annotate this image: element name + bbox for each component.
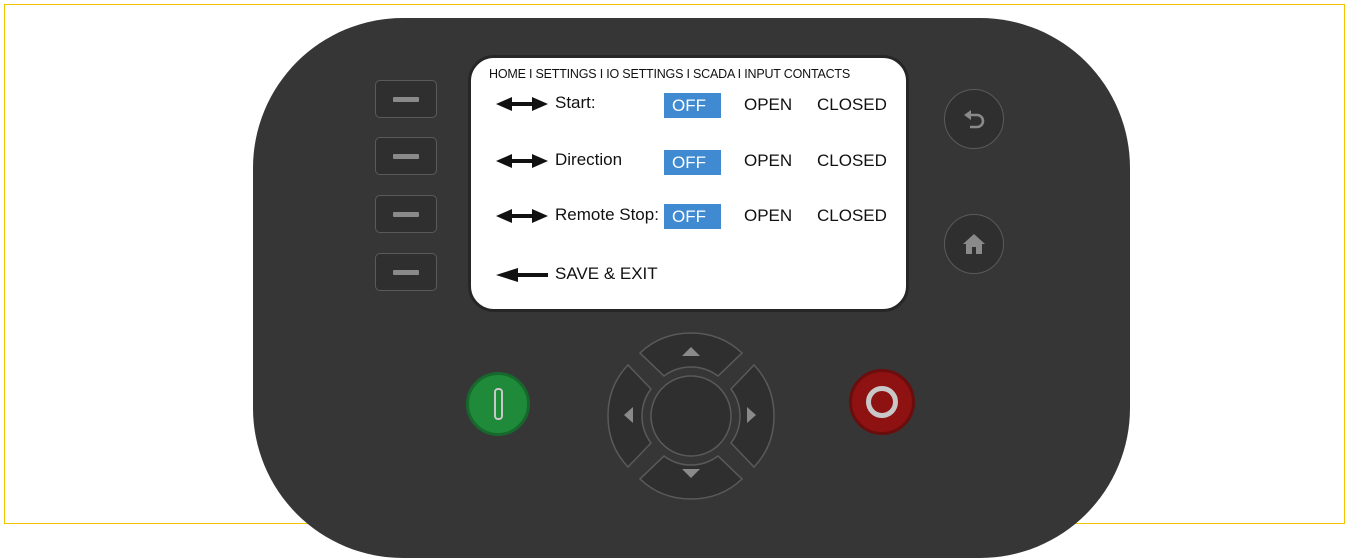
power-on-icon <box>494 388 503 420</box>
option-closed-start[interactable]: CLOSED <box>817 95 887 115</box>
nav-center-button[interactable] <box>650 375 732 457</box>
option-off-remote-stop[interactable]: OFF <box>664 204 721 229</box>
stop-button[interactable] <box>849 369 915 435</box>
option-closed-direction[interactable]: CLOSED <box>817 151 887 171</box>
left-right-arrow-icon <box>496 209 548 223</box>
row-label-start: Start: <box>555 93 596 112</box>
row-label-direction: Direction <box>555 150 623 169</box>
option-open-remote-stop[interactable]: OPEN <box>744 206 792 226</box>
breadcrumb: HOME I SETTINGS I IO SETTINGS I SCADA I … <box>489 67 851 81</box>
softkey-2[interactable] <box>375 137 437 175</box>
navigation-pad <box>607 332 775 500</box>
option-open-direction[interactable]: OPEN <box>744 151 792 171</box>
option-off-direction[interactable]: OFF <box>664 150 721 175</box>
back-arrow-icon <box>964 110 985 129</box>
save-exit-label[interactable]: SAVE & EXIT <box>555 264 658 284</box>
option-off-start[interactable]: OFF <box>664 93 721 118</box>
option-open-start[interactable]: OPEN <box>744 95 792 115</box>
home-button[interactable] <box>944 214 1004 274</box>
softkey-bar <box>393 212 419 217</box>
left-arrow-icon <box>496 268 548 282</box>
softkey-bar <box>393 270 419 275</box>
left-right-arrow-icon <box>496 97 548 111</box>
back-button[interactable] <box>944 89 1004 149</box>
option-closed-remote-stop[interactable]: CLOSED <box>817 206 887 226</box>
start-button[interactable] <box>466 372 530 436</box>
softkey-3[interactable] <box>375 195 437 233</box>
row-label-remote-stop: Remote Stop: <box>555 205 659 224</box>
lcd-screen: HOME I SETTINGS I IO SETTINGS I SCADA I … <box>468 55 909 312</box>
softkey-1[interactable] <box>375 80 437 118</box>
power-off-icon <box>866 386 898 418</box>
softkey-bar <box>393 154 419 159</box>
home-icon <box>963 234 985 254</box>
softkey-4[interactable] <box>375 253 437 291</box>
left-right-arrow-icon <box>496 154 548 168</box>
softkey-bar <box>393 97 419 102</box>
